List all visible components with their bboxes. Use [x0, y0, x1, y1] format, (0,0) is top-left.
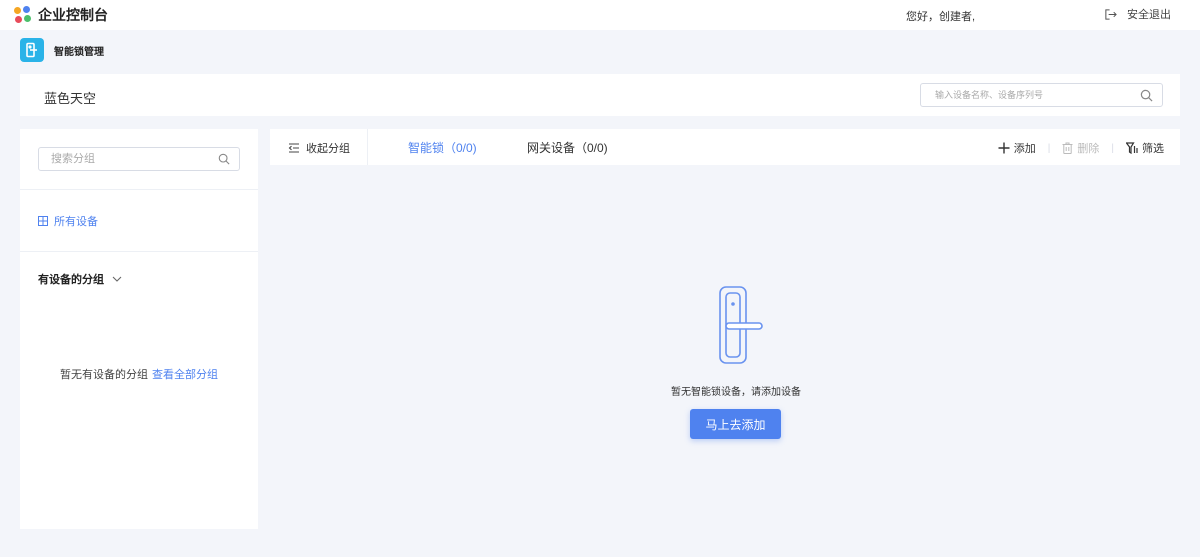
organization-bar: 蓝色天空 [20, 74, 1180, 116]
group-search-input[interactable] [51, 148, 211, 170]
add-now-button[interactable]: 马上去添加 [690, 409, 781, 439]
all-devices-item[interactable]: 所有设备 [38, 213, 98, 229]
all-devices-label: 所有设备 [54, 216, 98, 228]
app-title: 智能锁管理 [54, 46, 104, 58]
separator: | [1111, 142, 1114, 154]
divider [367, 129, 368, 165]
divider [20, 189, 258, 190]
device-search-input[interactable] [935, 84, 1135, 106]
chevron-down-icon [112, 276, 122, 282]
brand-logo-icon [14, 6, 32, 24]
view-all-groups-link[interactable]: 查看全部分组 [152, 369, 218, 381]
add-device-button[interactable]: 添加 [998, 140, 1036, 156]
brand[interactable]: 企业控制台 [14, 5, 108, 25]
device-search-box [920, 83, 1163, 107]
collapse-groups-button[interactable]: 收起分组 [288, 140, 350, 156]
filter-icon [1126, 142, 1138, 154]
brand-title: 企业控制台 [38, 7, 108, 23]
smart-lock-app-icon [20, 38, 44, 62]
add-label: 添加 [1013, 143, 1036, 155]
filter-button[interactable]: 筛选 [1126, 140, 1164, 156]
logout-button[interactable]: 安全退出 [1104, 6, 1171, 22]
logout-label: 安全退出 [1127, 9, 1171, 21]
groups-with-devices-label: 有设备的分组 [38, 274, 104, 286]
empty-devices-message: 暂无智能锁设备，请添加设备 [671, 387, 801, 398]
collapse-groups-label: 收起分组 [306, 143, 350, 155]
tab-gateway-device[interactable]: 网关设备（0/0) [527, 139, 608, 156]
empty-groups-text: 暂无有设备的分组 [60, 369, 148, 381]
delete-device-button[interactable]: 删除 [1062, 140, 1099, 156]
plus-icon [998, 142, 1010, 154]
tab-smart-lock[interactable]: 智能锁（0/0) [408, 139, 477, 156]
door-lock-illustration-icon [719, 286, 763, 364]
collapse-list-icon [288, 143, 299, 153]
organization-name: 蓝色天空 [44, 91, 97, 106]
delete-label: 删除 [1077, 143, 1100, 155]
groups-with-devices-dropdown[interactable]: 有设备的分组 [38, 271, 122, 287]
filter-label: 筛选 [1142, 143, 1164, 155]
trash-icon [1062, 142, 1073, 154]
app-header: 智能锁管理 [20, 38, 104, 62]
group-search-box [38, 147, 240, 171]
device-list-area: 暂无智能锁设备，请添加设备 马上去添加 [270, 165, 1180, 557]
user-greeting: 您好，创建者, [906, 11, 976, 23]
empty-groups-message: 暂无有设备的分组 查看全部分组 [20, 366, 258, 382]
grid-icon [38, 216, 48, 226]
separator: | [1047, 142, 1051, 154]
device-tabs-bar: 收起分组 智能锁（0/0) 网关设备（0/0) 添加 | 删除 | 筛选 [270, 129, 1180, 165]
toolbar-actions: 添加 | 删除 | 筛选 [998, 140, 1164, 156]
group-sidebar: 所有设备 有设备的分组 暂无有设备的分组查看全部分组 [20, 129, 258, 529]
search-icon[interactable] [1140, 89, 1153, 102]
top-bar: 企业控制台 您好，创建者, 安全退出 [0, 0, 1200, 30]
divider [20, 251, 258, 252]
logout-icon [1105, 8, 1117, 20]
search-icon[interactable] [218, 153, 230, 165]
